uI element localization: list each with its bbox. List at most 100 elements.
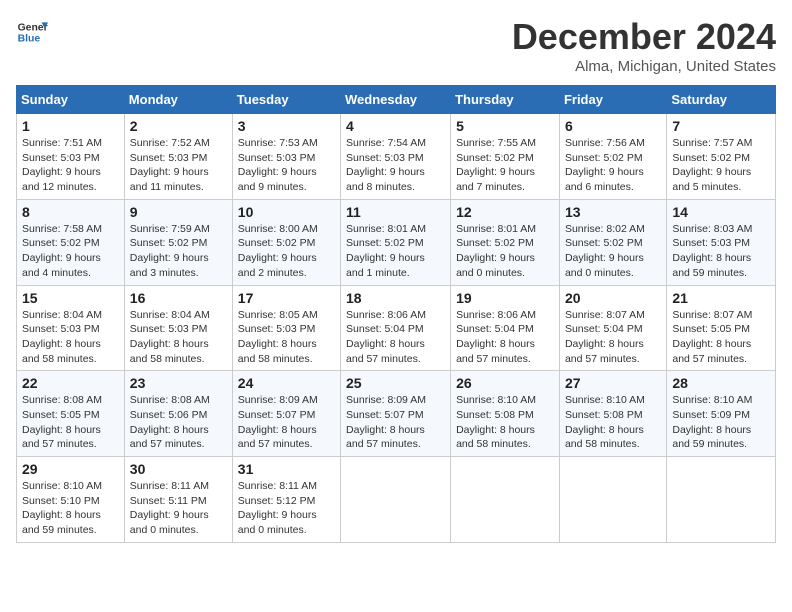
logo: General Blue bbox=[16, 16, 48, 48]
day-detail: Sunrise: 8:04 AMSunset: 5:03 PMDaylight:… bbox=[130, 309, 210, 365]
day-detail: Sunrise: 7:54 AMSunset: 5:03 PMDaylight:… bbox=[346, 137, 426, 193]
day-number: 10 bbox=[238, 204, 335, 220]
calendar-cell: 19 Sunrise: 8:06 AMSunset: 5:04 PMDaylig… bbox=[451, 285, 560, 371]
day-number: 22 bbox=[22, 375, 119, 391]
day-detail: Sunrise: 8:03 AMSunset: 5:03 PMDaylight:… bbox=[672, 223, 752, 279]
day-number: 8 bbox=[22, 204, 119, 220]
day-number: 12 bbox=[456, 204, 554, 220]
day-number: 31 bbox=[238, 461, 335, 477]
day-detail: Sunrise: 8:10 AMSunset: 5:10 PMDaylight:… bbox=[22, 480, 102, 536]
day-detail: Sunrise: 8:07 AMSunset: 5:04 PMDaylight:… bbox=[565, 309, 645, 365]
calendar-cell bbox=[667, 457, 776, 543]
day-number: 18 bbox=[346, 290, 445, 306]
day-detail: Sunrise: 8:09 AMSunset: 5:07 PMDaylight:… bbox=[238, 394, 318, 450]
day-number: 19 bbox=[456, 290, 554, 306]
calendar-cell: 11 Sunrise: 8:01 AMSunset: 5:02 PMDaylig… bbox=[341, 199, 451, 285]
calendar-cell: 14 Sunrise: 8:03 AMSunset: 5:03 PMDaylig… bbox=[667, 199, 776, 285]
calendar-cell: 6 Sunrise: 7:56 AMSunset: 5:02 PMDayligh… bbox=[559, 114, 666, 200]
day-number: 11 bbox=[346, 204, 445, 220]
logo-icon: General Blue bbox=[16, 16, 48, 48]
day-of-week-header: Tuesday bbox=[232, 86, 340, 114]
day-detail: Sunrise: 7:55 AMSunset: 5:02 PMDaylight:… bbox=[456, 137, 536, 193]
day-of-week-header: Saturday bbox=[667, 86, 776, 114]
day-detail: Sunrise: 8:09 AMSunset: 5:07 PMDaylight:… bbox=[346, 394, 426, 450]
day-number: 28 bbox=[672, 375, 770, 391]
day-detail: Sunrise: 8:04 AMSunset: 5:03 PMDaylight:… bbox=[22, 309, 102, 365]
day-detail: Sunrise: 8:01 AMSunset: 5:02 PMDaylight:… bbox=[456, 223, 536, 279]
calendar-cell bbox=[451, 457, 560, 543]
day-of-week-header: Friday bbox=[559, 86, 666, 114]
calendar-cell: 29 Sunrise: 8:10 AMSunset: 5:10 PMDaylig… bbox=[17, 457, 125, 543]
calendar-cell: 24 Sunrise: 8:09 AMSunset: 5:07 PMDaylig… bbox=[232, 371, 340, 457]
title-block: December 2024 Alma, Michigan, United Sta… bbox=[512, 16, 776, 75]
day-detail: Sunrise: 8:11 AMSunset: 5:11 PMDaylight:… bbox=[130, 480, 209, 536]
day-detail: Sunrise: 8:08 AMSunset: 5:06 PMDaylight:… bbox=[130, 394, 210, 450]
day-number: 23 bbox=[130, 375, 227, 391]
header-section: General Blue December 2024 Alma, Michiga… bbox=[16, 16, 776, 75]
day-number: 27 bbox=[565, 375, 661, 391]
day-of-week-header: Sunday bbox=[17, 86, 125, 114]
day-detail: Sunrise: 8:05 AMSunset: 5:03 PMDaylight:… bbox=[238, 309, 318, 365]
day-number: 26 bbox=[456, 375, 554, 391]
calendar-cell: 25 Sunrise: 8:09 AMSunset: 5:07 PMDaylig… bbox=[341, 371, 451, 457]
calendar-cell: 12 Sunrise: 8:01 AMSunset: 5:02 PMDaylig… bbox=[451, 199, 560, 285]
day-detail: Sunrise: 7:59 AMSunset: 5:02 PMDaylight:… bbox=[130, 223, 210, 279]
calendar-cell: 22 Sunrise: 8:08 AMSunset: 5:05 PMDaylig… bbox=[17, 371, 125, 457]
day-detail: Sunrise: 8:00 AMSunset: 5:02 PMDaylight:… bbox=[238, 223, 318, 279]
day-number: 30 bbox=[130, 461, 227, 477]
day-number: 16 bbox=[130, 290, 227, 306]
calendar-cell: 3 Sunrise: 7:53 AMSunset: 5:03 PMDayligh… bbox=[232, 114, 340, 200]
day-detail: Sunrise: 7:57 AMSunset: 5:02 PMDaylight:… bbox=[672, 137, 752, 193]
day-detail: Sunrise: 8:02 AMSunset: 5:02 PMDaylight:… bbox=[565, 223, 645, 279]
day-number: 13 bbox=[565, 204, 661, 220]
calendar-cell: 17 Sunrise: 8:05 AMSunset: 5:03 PMDaylig… bbox=[232, 285, 340, 371]
day-detail: Sunrise: 7:51 AMSunset: 5:03 PMDaylight:… bbox=[22, 137, 102, 193]
svg-text:Blue: Blue bbox=[18, 34, 41, 45]
day-number: 3 bbox=[238, 118, 335, 134]
day-detail: Sunrise: 8:10 AMSunset: 5:08 PMDaylight:… bbox=[456, 394, 536, 450]
day-number: 20 bbox=[565, 290, 661, 306]
calendar-cell bbox=[341, 457, 451, 543]
calendar-table: SundayMondayTuesdayWednesdayThursdayFrid… bbox=[16, 85, 776, 543]
day-number: 29 bbox=[22, 461, 119, 477]
calendar-cell: 30 Sunrise: 8:11 AMSunset: 5:11 PMDaylig… bbox=[124, 457, 232, 543]
day-detail: Sunrise: 7:53 AMSunset: 5:03 PMDaylight:… bbox=[238, 137, 318, 193]
calendar-cell: 26 Sunrise: 8:10 AMSunset: 5:08 PMDaylig… bbox=[451, 371, 560, 457]
calendar-cell: 1 Sunrise: 7:51 AMSunset: 5:03 PMDayligh… bbox=[17, 114, 125, 200]
calendar-cell: 18 Sunrise: 8:06 AMSunset: 5:04 PMDaylig… bbox=[341, 285, 451, 371]
calendar-cell: 5 Sunrise: 7:55 AMSunset: 5:02 PMDayligh… bbox=[451, 114, 560, 200]
calendar-cell: 21 Sunrise: 8:07 AMSunset: 5:05 PMDaylig… bbox=[667, 285, 776, 371]
calendar-cell: 4 Sunrise: 7:54 AMSunset: 5:03 PMDayligh… bbox=[341, 114, 451, 200]
day-detail: Sunrise: 8:08 AMSunset: 5:05 PMDaylight:… bbox=[22, 394, 102, 450]
day-of-week-header: Thursday bbox=[451, 86, 560, 114]
day-detail: Sunrise: 8:11 AMSunset: 5:12 PMDaylight:… bbox=[238, 480, 317, 536]
calendar-cell: 27 Sunrise: 8:10 AMSunset: 5:08 PMDaylig… bbox=[559, 371, 666, 457]
calendar-cell: 7 Sunrise: 7:57 AMSunset: 5:02 PMDayligh… bbox=[667, 114, 776, 200]
calendar-cell: 16 Sunrise: 8:04 AMSunset: 5:03 PMDaylig… bbox=[124, 285, 232, 371]
day-detail: Sunrise: 8:01 AMSunset: 5:02 PMDaylight:… bbox=[346, 223, 426, 279]
day-number: 4 bbox=[346, 118, 445, 134]
day-detail: Sunrise: 8:07 AMSunset: 5:05 PMDaylight:… bbox=[672, 309, 752, 365]
day-number: 14 bbox=[672, 204, 770, 220]
day-number: 15 bbox=[22, 290, 119, 306]
day-detail: Sunrise: 7:58 AMSunset: 5:02 PMDaylight:… bbox=[22, 223, 102, 279]
day-of-week-header: Wednesday bbox=[341, 86, 451, 114]
day-number: 5 bbox=[456, 118, 554, 134]
location-title: Alma, Michigan, United States bbox=[512, 58, 776, 75]
day-detail: Sunrise: 8:10 AMSunset: 5:09 PMDaylight:… bbox=[672, 394, 752, 450]
day-detail: Sunrise: 7:52 AMSunset: 5:03 PMDaylight:… bbox=[130, 137, 210, 193]
calendar-cell: 31 Sunrise: 8:11 AMSunset: 5:12 PMDaylig… bbox=[232, 457, 340, 543]
day-number: 25 bbox=[346, 375, 445, 391]
calendar-cell: 13 Sunrise: 8:02 AMSunset: 5:02 PMDaylig… bbox=[559, 199, 666, 285]
day-number: 21 bbox=[672, 290, 770, 306]
day-detail: Sunrise: 8:06 AMSunset: 5:04 PMDaylight:… bbox=[456, 309, 536, 365]
calendar-cell: 28 Sunrise: 8:10 AMSunset: 5:09 PMDaylig… bbox=[667, 371, 776, 457]
calendar-cell: 15 Sunrise: 8:04 AMSunset: 5:03 PMDaylig… bbox=[17, 285, 125, 371]
day-of-week-header: Monday bbox=[124, 86, 232, 114]
calendar-cell: 8 Sunrise: 7:58 AMSunset: 5:02 PMDayligh… bbox=[17, 199, 125, 285]
month-title: December 2024 bbox=[512, 16, 776, 58]
day-detail: Sunrise: 8:06 AMSunset: 5:04 PMDaylight:… bbox=[346, 309, 426, 365]
calendar-cell: 23 Sunrise: 8:08 AMSunset: 5:06 PMDaylig… bbox=[124, 371, 232, 457]
day-detail: Sunrise: 7:56 AMSunset: 5:02 PMDaylight:… bbox=[565, 137, 645, 193]
day-number: 1 bbox=[22, 118, 119, 134]
